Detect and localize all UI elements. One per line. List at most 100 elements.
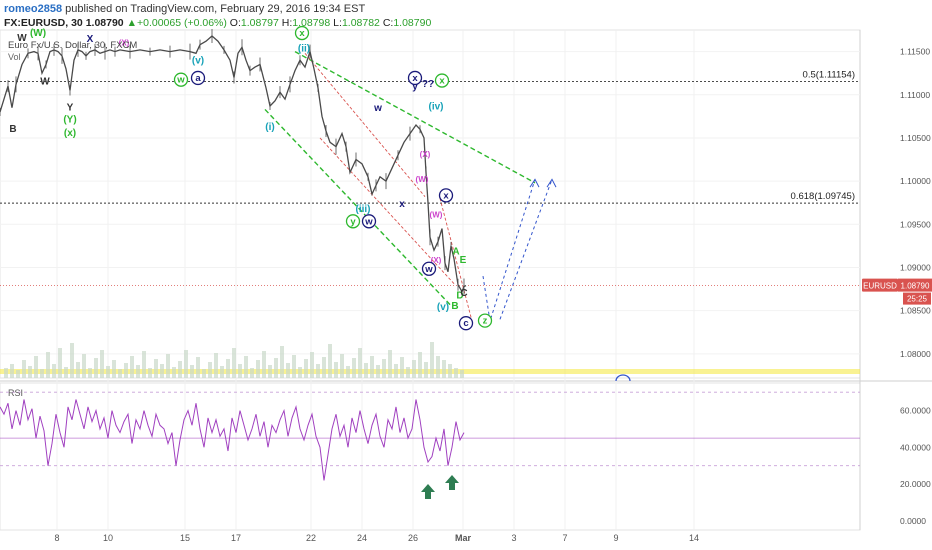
wave-label: (ii): [298, 44, 310, 55]
rsi-tick-label: 0.0000: [900, 516, 926, 526]
wave-label: (Y): [63, 114, 76, 125]
rsi-pane: [0, 382, 861, 531]
x-tick-label: 14: [689, 533, 699, 543]
publish-header: romeo2858 published on TradingView.com, …: [4, 3, 365, 15]
volume-bar: [424, 362, 428, 378]
fib-level-label: 0.5(1.11154): [803, 69, 855, 80]
x-tick-label: 10: [103, 533, 113, 543]
low-value: 1.08782: [341, 17, 380, 29]
volume-bar: [64, 367, 68, 378]
volume-bar: [418, 352, 422, 378]
volume-bar: [274, 358, 278, 378]
circled-wave-label: w: [424, 264, 433, 275]
volume-bar: [76, 362, 80, 378]
rsi-tick-label: 60.0000: [900, 406, 931, 416]
high-label: H:: [281, 17, 293, 29]
wave-label: ??: [422, 79, 434, 90]
volume-bar: [238, 364, 242, 378]
chart-canvas[interactable]: 8 10 15 17 22 24 26 Mar 3 7 9 14 1.11500 1.11000 1.105…: [0, 0, 932, 550]
circled-wave-label: x: [443, 190, 449, 201]
volume-bar: [202, 369, 206, 378]
volume-bar: [436, 356, 440, 378]
volume-bar: [160, 364, 164, 378]
volume-bar: [208, 362, 212, 378]
volume-bar: [310, 352, 314, 378]
volume-bar: [352, 358, 356, 378]
volume-bar: [340, 354, 344, 378]
wave-label: (x): [64, 128, 76, 139]
volume-bar: [118, 369, 122, 378]
circled-wave-label: x: [439, 76, 445, 87]
volume-bar: [382, 359, 386, 378]
circled-wave-label: y: [350, 216, 356, 227]
x-tick-label: 22: [306, 533, 316, 543]
volume-bar: [136, 365, 140, 378]
countdown-tag: 25:25: [907, 295, 928, 304]
volume-bar: [268, 365, 272, 378]
volume-bar: [142, 351, 146, 378]
close-value: 1.08790: [393, 17, 432, 29]
price-tick-label: 1.10000: [900, 176, 931, 186]
wave-label: (v): [437, 302, 449, 313]
price-tick-label: 1.09000: [900, 262, 931, 272]
volume-bar: [292, 355, 296, 378]
rsi-label: RSI: [8, 388, 23, 398]
volume-bar: [250, 368, 254, 378]
price-tick-label: 1.11500: [900, 47, 930, 57]
wave-label: (v): [192, 56, 204, 67]
x-tick-label: 7: [562, 533, 567, 543]
volume-bar: [172, 367, 176, 378]
volume-bar: [124, 363, 128, 378]
wave-label: (X): [420, 150, 431, 159]
volume-bar: [388, 350, 392, 378]
circled-wave-label: x: [299, 28, 305, 39]
symbol-label: FX:EURUSD, 30: [4, 17, 83, 29]
volume-bar: [88, 368, 92, 378]
volume-bar: [22, 360, 26, 378]
volume-bar: [16, 370, 20, 378]
price-tick-label: 1.10500: [900, 133, 931, 143]
volume-bar: [316, 364, 320, 378]
x-tick-label: 8: [54, 533, 59, 543]
volume-bar: [40, 369, 44, 378]
volume-bar: [130, 356, 134, 378]
wave-label: B: [451, 301, 458, 312]
last-price: 1.08790: [85, 17, 124, 29]
volume-bar: [112, 360, 116, 378]
wave-label: (W): [30, 28, 46, 39]
volume-bar: [106, 366, 110, 378]
volume-bar: [166, 354, 170, 378]
circled-wave-label: w: [364, 216, 373, 227]
rsi-tick-label: 40.0000: [900, 442, 931, 452]
volume-bar: [328, 344, 332, 378]
volume-bar: [442, 360, 446, 378]
volume-bar: [82, 354, 86, 378]
x-tick-label: 15: [180, 533, 190, 543]
open-value: 1.08797: [240, 17, 279, 29]
open-label: O:: [229, 17, 241, 29]
volume-bar: [244, 356, 248, 378]
volume-bar: [10, 364, 14, 378]
wave-label: (iii): [356, 204, 371, 215]
volume-bar: [28, 366, 32, 378]
wave-label: E: [460, 255, 467, 266]
volume-bar: [454, 368, 458, 378]
volume-bar: [358, 348, 362, 378]
wave-label: A: [452, 247, 459, 258]
volume-bar: [334, 362, 338, 378]
volume-bar: [376, 365, 380, 378]
wave-label: (iv): [429, 101, 444, 112]
x-tick-label: 26: [408, 533, 418, 543]
username[interactable]: romeo2858: [4, 3, 62, 15]
volume-bar: [46, 352, 50, 378]
volume-bar: [448, 364, 452, 378]
volume-bar: [346, 366, 350, 378]
price-tag: 1.08790: [901, 282, 930, 291]
volume-bar: [406, 367, 410, 378]
wave-label: (W): [416, 175, 429, 184]
volume-bar: [148, 368, 152, 378]
fib-level-label: 0.618(1.09745): [791, 191, 855, 202]
wave-label: (i): [265, 122, 274, 133]
circled-wave-label: z: [483, 316, 488, 327]
published-text: published on TradingView.com, February 2…: [65, 3, 366, 15]
